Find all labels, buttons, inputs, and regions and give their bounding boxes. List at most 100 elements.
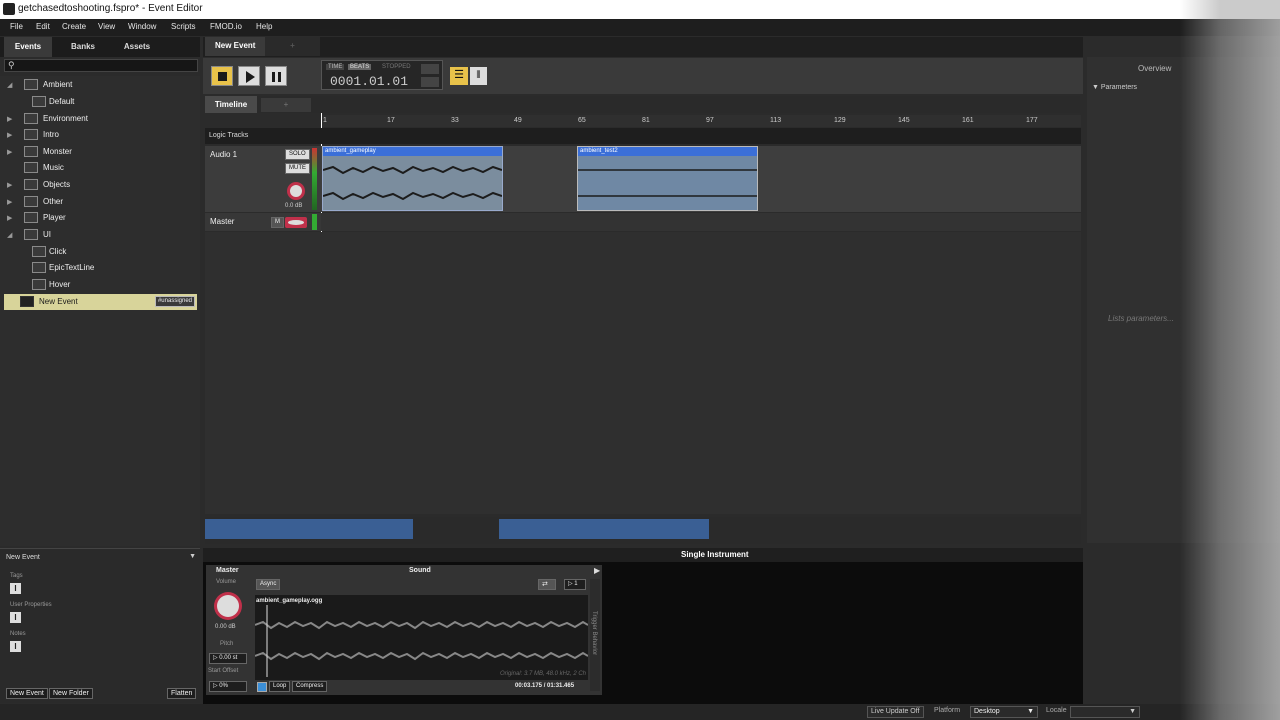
menu-view[interactable]: View (98, 22, 115, 31)
chevron-right-icon[interactable]: ▶ (7, 181, 12, 189)
stop-button[interactable] (211, 66, 233, 86)
chevron-right-icon[interactable]: ▶ (7, 115, 12, 123)
tree-item-default[interactable]: Default (2, 94, 200, 110)
tree-item-music[interactable]: Music (2, 160, 200, 176)
track-header-audio1[interactable]: Audio 1 SOLO MUTE 0.0 dB (205, 146, 321, 212)
event-icon (32, 279, 46, 290)
text-cursor-icon[interactable]: I (10, 641, 21, 652)
menu-window[interactable]: Window (128, 22, 156, 31)
flatten-button[interactable]: Flatten (167, 688, 197, 699)
volume-knob[interactable] (287, 182, 305, 200)
master-volume-knob[interactable] (214, 592, 242, 620)
track-name: Audio 1 (210, 150, 238, 159)
region-ambient-gameplay[interactable]: ambient_gameplay (322, 146, 503, 211)
track-lane-audio1[interactable]: ambient_gameplay ambient_test2 (321, 146, 1081, 212)
loop-count[interactable]: ▷ 1 (564, 579, 586, 590)
start-offset-field[interactable]: ▷ 0% (209, 681, 247, 692)
time-counter[interactable]: TIME BEATS STOPPED 0001.01.01 (321, 60, 443, 90)
menu-edit[interactable]: Edit (36, 22, 50, 31)
add-tab-button[interactable]: + (265, 37, 320, 56)
new-folder-button[interactable]: New Folder (49, 688, 93, 699)
live-update-button[interactable]: Live Update Off (867, 706, 924, 718)
tab-new-event[interactable]: New Event (205, 37, 266, 56)
solo-button[interactable]: SOLO (285, 149, 310, 160)
loop-button[interactable]: Loop (269, 681, 291, 692)
tab-banks[interactable]: Banks (60, 37, 106, 57)
trigger-behavior-drawer[interactable]: Trigger Behavior (590, 579, 600, 691)
menu-scripts[interactable]: Scripts (171, 22, 195, 31)
search-input[interactable]: ⚲ (4, 59, 198, 72)
chevron-right-icon[interactable]: ▶ (7, 131, 12, 139)
locale-select[interactable]: ▼ (1070, 706, 1140, 718)
compress-button[interactable]: Compress (292, 681, 328, 692)
tree-item-epictextline[interactable]: EpicTextLine (2, 260, 200, 276)
event-icon (32, 96, 46, 107)
waveform-view[interactable]: ambient_gameplay.ogg Original: 3.7 MB, 4… (255, 595, 588, 680)
tree-item-ambient[interactable]: ◢ Ambient (2, 77, 200, 93)
timeline-ruler[interactable]: 1 17 33 49 65 81 97 113 129 145 161 177 (321, 115, 1081, 127)
add-tab-button[interactable]: + (261, 98, 311, 112)
timeline-overview[interactable] (205, 517, 1081, 544)
platform-select[interactable]: Desktop ▼ (970, 706, 1038, 718)
tags-label: Tags (10, 573, 23, 579)
timeline-empty-area[interactable] (205, 232, 1081, 514)
chevron-right-icon[interactable]: ▶ (7, 148, 12, 156)
chevron-down-icon[interactable]: ◢ (7, 81, 12, 89)
track-header-master[interactable]: Master M (205, 213, 321, 231)
menu-help[interactable]: Help (256, 22, 272, 31)
tab-assets[interactable]: Assets (114, 37, 160, 57)
tree-item-ui[interactable]: ◢ UI (2, 227, 200, 243)
grid-view-icon[interactable]: ⦀ (470, 67, 487, 85)
master-mute-button[interactable]: M (271, 217, 284, 228)
overview-region[interactable] (205, 519, 413, 539)
track-lane-master[interactable] (321, 213, 1081, 231)
tree-item-other[interactable]: ▶ Other (2, 194, 200, 210)
new-event-button[interactable]: New Event (6, 688, 48, 699)
tab-events[interactable]: Events (4, 37, 52, 57)
pitch-value: 0.00 st (219, 655, 238, 661)
tree-item-new-event[interactable]: New Event #unassigned (4, 294, 197, 310)
tree-item-click[interactable]: Click (2, 244, 200, 260)
folder-icon (24, 179, 38, 190)
overview-region[interactable] (499, 519, 709, 539)
text-cursor-icon[interactable]: I (10, 612, 21, 623)
master-meter (312, 214, 317, 230)
menu-create[interactable]: Create (62, 22, 86, 31)
tab-timeline[interactable]: Timeline (205, 96, 257, 113)
bank-badge: #unassigned (154, 296, 195, 307)
time-mode[interactable]: TIME (326, 64, 345, 70)
menu-file[interactable]: File (10, 22, 23, 31)
folder-icon (24, 212, 38, 223)
chevron-down-icon: ▼ (1129, 708, 1136, 715)
chevron-down-icon[interactable]: ◢ (7, 231, 12, 239)
chevron-right-icon[interactable]: ▶ (7, 198, 12, 206)
region-ambient-test2[interactable]: ambient_test2 (577, 146, 758, 211)
master-volume-knob[interactable] (285, 217, 307, 228)
chevron-right-icon[interactable]: ▶ (7, 214, 12, 222)
text-cursor-icon[interactable]: I (10, 583, 21, 594)
chevron-down-icon[interactable]: ▼ (189, 553, 196, 560)
beats-mode[interactable]: BEATS (348, 64, 372, 70)
tree-item-intro[interactable]: ▶ Intro (2, 127, 200, 143)
tree-item-objects[interactable]: ▶ Objects (2, 177, 200, 193)
tree-item-label: New Event (39, 297, 78, 306)
play-icon[interactable]: ▶ (594, 566, 600, 575)
list-view-icon[interactable]: ☰ (450, 67, 468, 85)
pitch-field[interactable]: ▷ 0.00 st (209, 653, 247, 664)
tree-item-monster[interactable]: ▶ Monster (2, 144, 200, 160)
timeline-tabs: Timeline + (205, 96, 1080, 113)
menu-fmodio[interactable]: FMOD.io (210, 22, 242, 31)
async-button[interactable]: Async (256, 579, 281, 590)
pause-button[interactable] (265, 66, 287, 86)
loop-toggle[interactable] (421, 64, 439, 74)
mute-button[interactable]: MUTE (285, 163, 310, 174)
play-button[interactable] (238, 66, 260, 86)
tree-item-player[interactable]: ▶ Player (2, 210, 200, 226)
parameters-label[interactable]: ▼ Parameters (1092, 84, 1137, 91)
tree-item-hover[interactable]: Hover (2, 277, 200, 293)
loop-icon[interactable]: ⇄ (538, 579, 556, 590)
loop-checkbox[interactable] (257, 682, 267, 692)
tree-item-environment[interactable]: ▶ Environment (2, 111, 200, 127)
follow-toggle[interactable] (421, 77, 439, 87)
sound-title: Sound (409, 567, 431, 574)
